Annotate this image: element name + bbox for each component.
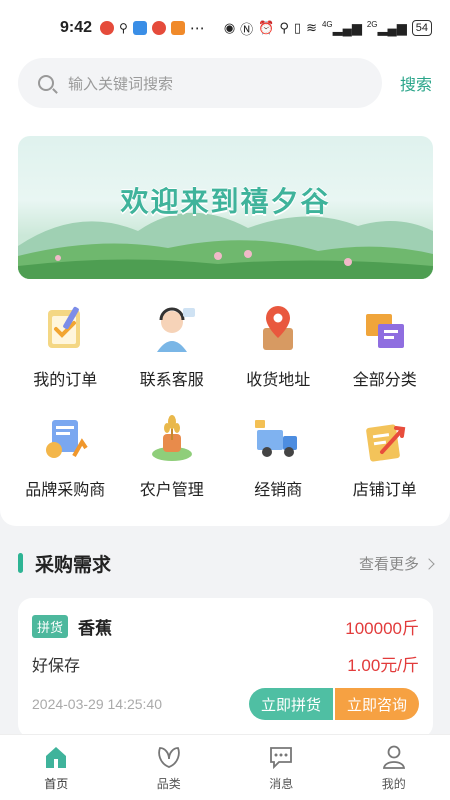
shop-order-icon <box>365 424 406 462</box>
usb-icon: ⚲ <box>119 21 128 35</box>
unit-price: 1.00元/斤 <box>347 656 419 675</box>
post-date: 2024-03-29 14:25:40 <box>32 696 162 712</box>
view-more-link[interactable]: 查看更多 <box>358 553 435 574</box>
card-buttons: 立即拼货 立即咨询 <box>248 688 419 720</box>
bottom-tab-bar: 首页 品类 消息 我的 <box>0 734 450 800</box>
card-header-row: 拼货 香蕉 100000斤 <box>32 614 419 639</box>
status-time: 9:42 <box>60 19 93 36</box>
tab-label: 首页 <box>44 777 69 791</box>
section-title: 采购需求 <box>35 554 112 576</box>
nfc-icon: Ⓝ <box>240 21 254 37</box>
location-pin-icon <box>263 306 294 350</box>
battery-icon: 54 <box>411 20 432 36</box>
message-icon <box>270 747 293 770</box>
order-checklist-icon <box>48 306 81 348</box>
section-accent-bar <box>18 553 23 573</box>
shield-icon <box>132 21 147 35</box>
grid-label: 经销商 <box>254 482 303 499</box>
grid-label: 我的订单 <box>33 372 98 389</box>
demand-quantity: 100000斤 <box>345 619 419 638</box>
product-spec: 好保存 <box>32 657 81 675</box>
tab-profile[interactable]: 我的 <box>338 735 450 800</box>
brand-buyer-icon <box>46 420 88 458</box>
grid-label: 店铺订单 <box>352 482 417 499</box>
more-icon: ⋯ <box>189 20 205 37</box>
feature-grid: 我的订单 联系客服 收货地址 全部分类 品牌采购商 农户管理 经销商 店铺订单 <box>12 302 438 500</box>
tab-label: 消息 <box>269 777 294 791</box>
grid-item-farmer-management[interactable]: 农户管理 <box>119 412 226 500</box>
tab-label: 品类 <box>156 777 181 791</box>
search-icon <box>38 75 54 91</box>
grid-item-shop-orders[interactable]: 店铺订单 <box>332 412 439 500</box>
grid-item-all-categories[interactable]: 全部分类 <box>332 302 439 390</box>
search-placeholder: 输入关键词搜索 <box>68 75 174 93</box>
product-name: 香蕉 <box>78 619 113 638</box>
weibo-icon <box>100 21 115 35</box>
view-more-label: 查看更多 <box>358 555 419 573</box>
grid-label: 全部分类 <box>352 372 417 389</box>
signal-2g-icon: 2G▂▄▆ <box>366 19 407 36</box>
grid-item-distributor[interactable]: 经销商 <box>225 412 332 500</box>
tab-messages[interactable]: 消息 <box>225 735 338 800</box>
banner-title: 欢迎来到禧夕谷 <box>120 186 331 217</box>
grid-label: 品牌采购商 <box>25 482 106 499</box>
alarm-icon: ⏰ <box>258 20 275 35</box>
vibrate-icon: ▯ <box>293 20 302 35</box>
search-button[interactable]: 搜索 <box>400 71 432 95</box>
grid-label: 收货地址 <box>246 372 311 389</box>
consult-now-button[interactable]: 立即咨询 <box>334 688 419 720</box>
grid-label: 农户管理 <box>139 482 204 499</box>
delivery-truck-icon <box>255 420 298 457</box>
group-buy-tag: 拼货 <box>32 615 69 638</box>
tab-category[interactable]: 品类 <box>113 735 226 800</box>
tab-label: 我的 <box>381 777 406 791</box>
app-icon <box>170 21 185 35</box>
demand-card[interactable]: 拼货 香蕉 100000斤 好保存 1.00元/斤 2024-03-29 14:… <box>18 598 433 738</box>
grid-label: 联系客服 <box>139 372 204 389</box>
status-bar: 9:42 ⚲ ⋯ ◉ Ⓝ ⏰ ⚲ ▯ ≋ 4G▂▄▆ 2G▂▄▆ 54 <box>0 0 450 56</box>
card-spec-row: 好保存 1.00元/斤 <box>32 651 419 676</box>
location-icon: ⚲ <box>279 20 289 35</box>
card-action-row: 2024-03-29 14:25:40 立即拼货 立即咨询 <box>32 688 419 720</box>
chevron-right-icon <box>423 557 435 570</box>
weibo-icon <box>151 21 166 35</box>
grid-item-brand-buyer[interactable]: 品牌采购商 <box>12 412 119 500</box>
status-right-icons: ◉ Ⓝ ⏰ ⚲ ▯ ≋ 4G▂▄▆ 2G▂▄▆ 54 <box>224 19 432 38</box>
customer-service-icon <box>156 307 195 352</box>
grid-item-customer-service[interactable]: 联系客服 <box>119 302 226 390</box>
status-left-icons: ⚲ ⋯ <box>100 19 205 37</box>
grid-item-my-orders[interactable]: 我的订单 <box>12 302 119 390</box>
home-top-panel: 输入关键词搜索 搜索 欢迎来到禧夕谷 我的订单 联系客服 收货地址 全部分类 品… <box>0 56 450 526</box>
eye-icon: ◉ <box>223 20 236 35</box>
category-boxes-icon <box>365 314 404 348</box>
farmer-wheat-icon <box>151 415 192 461</box>
procurement-section-header: 采购需求 查看更多 <box>18 548 435 578</box>
home-icon <box>46 747 67 768</box>
signal-4g-icon: 4G▂▄▆ <box>321 19 362 36</box>
profile-icon <box>382 745 405 769</box>
search-input[interactable]: 输入关键词搜索 <box>18 58 382 108</box>
join-group-buy-button[interactable]: 立即拼货 <box>248 688 333 720</box>
leaf-icon <box>158 747 180 768</box>
wifi-icon: ≋ <box>306 20 317 35</box>
grid-item-shipping-address[interactable]: 收货地址 <box>225 302 332 390</box>
tab-home[interactable]: 首页 <box>0 735 113 800</box>
welcome-banner[interactable]: 欢迎来到禧夕谷 <box>18 136 433 279</box>
